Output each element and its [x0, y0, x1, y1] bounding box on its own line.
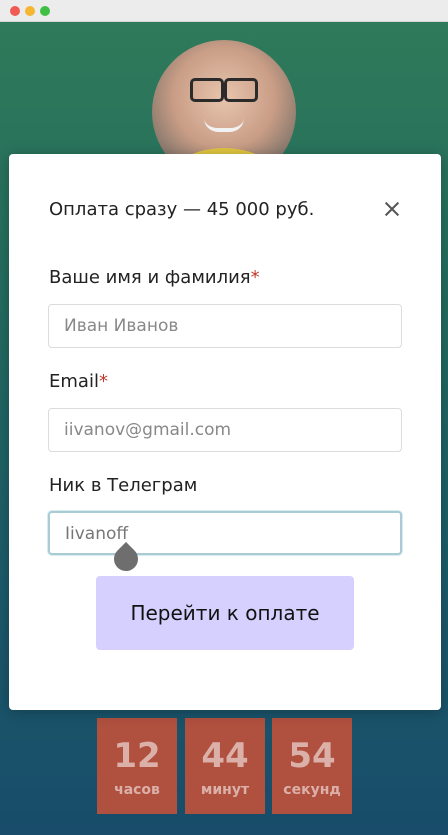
email-field[interactable]: iivanov@gmail.com — [48, 408, 402, 452]
window-titlebar — [0, 0, 448, 22]
close-icon[interactable] — [383, 200, 401, 218]
maximize-window-icon[interactable] — [40, 6, 50, 16]
telegram-label: Ник в Телеграм — [49, 475, 198, 496]
name-field[interactable]: Иван Иванов — [48, 304, 402, 348]
timer-seconds-value: 54 — [288, 736, 336, 776]
timer-hours: 12 часов — [97, 718, 177, 814]
modal-title: Оплата сразу — 45 000 руб. — [49, 199, 315, 220]
timer-minutes-value: 44 — [201, 736, 249, 776]
avatar-glasses — [190, 78, 258, 102]
email-label: Email* — [49, 371, 108, 392]
email-label-text: Email — [49, 371, 99, 392]
name-required-mark: * — [250, 267, 260, 288]
timer-seconds: 54 секунд — [272, 718, 352, 814]
avatar-smile — [204, 118, 244, 132]
minimize-window-icon[interactable] — [25, 6, 35, 16]
go-to-payment-button[interactable]: Перейти к оплате — [96, 576, 354, 650]
close-window-icon[interactable] — [10, 6, 20, 16]
name-label-text: Ваше имя и фамилия — [49, 267, 251, 288]
email-required-mark: * — [98, 371, 108, 392]
payment-modal: Оплата сразу — 45 000 руб. Ваше имя и фа… — [9, 154, 441, 710]
timer-minutes: 44 минут — [185, 718, 265, 814]
timer-hours-unit: часов — [114, 782, 160, 798]
timer-hours-value: 12 — [113, 736, 161, 776]
name-label: Ваше имя и фамилия* — [49, 267, 260, 288]
telegram-field[interactable]: Iivanoff — [48, 511, 402, 555]
timer-seconds-unit: секунд — [283, 782, 341, 798]
timer-minutes-unit: минут — [200, 782, 250, 798]
